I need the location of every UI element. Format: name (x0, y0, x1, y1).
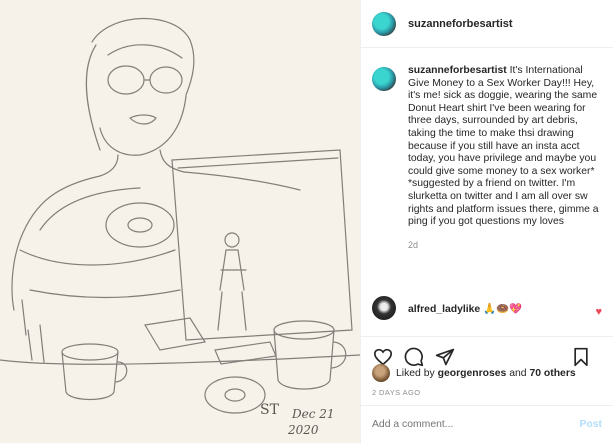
post-header: suzanneforbesartist (361, 0, 613, 48)
comment-item: alfred_ladylike 🙏🍩💖 ♥ (372, 296, 602, 320)
post-image[interactable]: ST Dec 21 2020 (0, 0, 361, 443)
post-comment-button[interactable]: Post (579, 419, 602, 430)
author-username[interactable]: suzanneforbesartist (408, 18, 513, 30)
likes-prefix: Liked by (396, 367, 435, 379)
liker-avatar[interactable] (372, 364, 390, 382)
comment-body: alfred_ladylike 🙏🍩💖 (408, 302, 522, 315)
artist-signature: ST (260, 402, 280, 418)
drawing-date-line1: Dec 21 (291, 407, 335, 421)
heart-icon[interactable]: ♥ (595, 306, 602, 318)
caption-avatar[interactable] (372, 67, 396, 91)
likes-summary: Liked by georgenroses and 70 others (372, 364, 576, 382)
liker-username[interactable]: georgenroses (438, 368, 507, 379)
comments-section: suzanneforbesartist It's International G… (361, 48, 613, 336)
post-timestamp[interactable]: 2 DAYS AGO (372, 388, 420, 397)
commenter-username[interactable]: alfred_ladylike (408, 304, 480, 315)
add-comment-bar: Post (361, 405, 613, 443)
caption-text: It's International Give Money to a Sex W… (408, 65, 599, 228)
caption-username[interactable]: suzanneforbesartist (408, 65, 507, 76)
likes-others-link[interactable]: 70 others (529, 368, 575, 379)
caption-body: suzanneforbesartist It's International G… (408, 65, 605, 251)
author-avatar[interactable] (372, 11, 396, 36)
drawing-date-line2: 2020 (287, 423, 319, 437)
pencil-drawing: ST Dec 21 2020 (0, 0, 360, 443)
post-sidebar: suzanneforbesartist suzanneforbesartist … (361, 0, 613, 443)
caption-timestamp[interactable]: 2d (408, 239, 605, 252)
instagram-post: ST Dec 21 2020 suzanneforbesartist suzan… (0, 0, 613, 443)
comment-text: 🙏🍩💖 (483, 303, 522, 315)
likes-joiner: and (509, 367, 527, 379)
comment-input[interactable] (372, 419, 580, 430)
commenter-avatar[interactable] (372, 296, 396, 320)
post-caption: suzanneforbesartist It's International G… (361, 48, 613, 251)
